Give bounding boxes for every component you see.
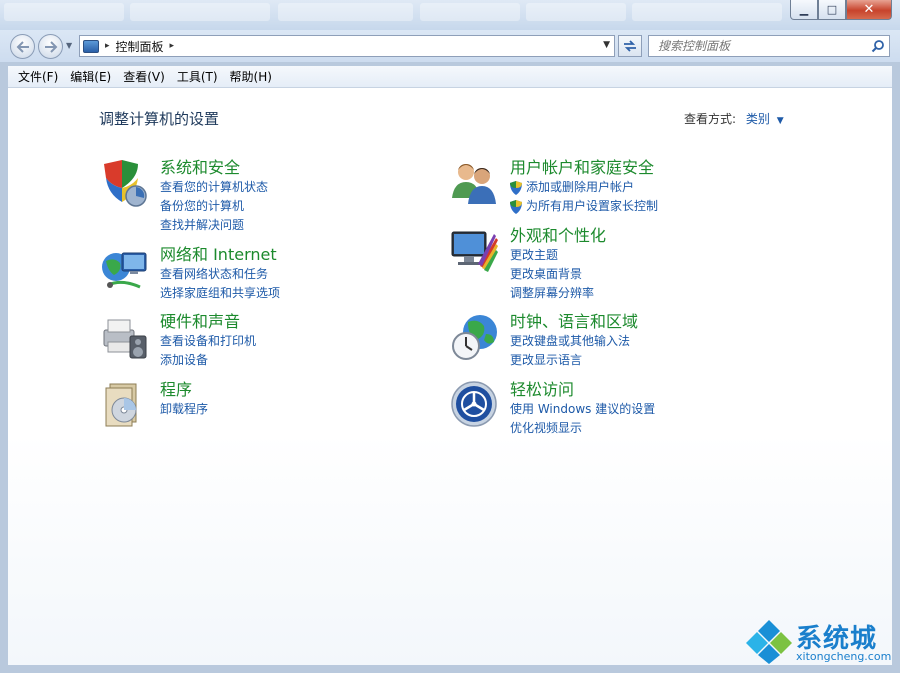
close-button[interactable]: ✕ — [846, 0, 892, 20]
link-label[interactable]: 添加或删除用户帐户 — [526, 178, 634, 197]
link-parental-controls[interactable]: 为所有用户设置家长控制 — [510, 197, 770, 216]
link-adjust-resolution[interactable]: 调整屏幕分辨率 — [510, 284, 770, 303]
category-body: 外观和个性化 更改主题 更改桌面背景 调整屏幕分辨率 — [510, 226, 770, 303]
category-title-clock-language-region[interactable]: 时钟、语言和区域 — [510, 312, 770, 332]
refresh-button[interactable] — [618, 35, 642, 57]
search-icon[interactable] — [871, 39, 885, 53]
category-body: 网络和 Internet 查看网络状态和任务 选择家庭组和共享选项 — [160, 245, 420, 303]
menu-file[interactable]: 文件(F) — [12, 68, 64, 85]
hardware-sound-icon — [103, 319, 147, 359]
view-by-dropdown[interactable]: 类别 — [746, 112, 770, 126]
programs-icon — [105, 383, 137, 427]
forward-arrow-icon — [44, 40, 57, 53]
category-title-ease-of-access[interactable]: 轻松访问 — [510, 380, 770, 400]
category-body: 轻松访问 使用 Windows 建议的设置 优化视频显示 — [510, 380, 770, 438]
category-body: 系统和安全 查看您的计算机状态 备份您的计算机 查找并解决问题 — [160, 158, 420, 235]
link-change-display-language[interactable]: 更改显示语言 — [510, 351, 770, 370]
link-devices-printers[interactable]: 查看设备和打印机 — [160, 332, 420, 351]
user-accounts-icon — [452, 164, 496, 204]
link-find-fix-problems[interactable]: 查找并解决问题 — [160, 216, 420, 235]
category-title-appearance[interactable]: 外观和个性化 — [510, 226, 770, 246]
category-title-programs[interactable]: 程序 — [160, 380, 420, 400]
watermark: 系统城 xitongcheng.com — [742, 616, 898, 668]
refresh-icon — [624, 40, 636, 52]
xitongcheng-logo-icon — [746, 620, 792, 664]
menu-edit[interactable]: 编辑(E) — [64, 68, 117, 85]
clock-language-region-icon — [452, 315, 497, 360]
breadcrumb-separator-icon[interactable]: ▸ — [170, 41, 175, 51]
link-optimize-video-display[interactable]: 优化视频显示 — [510, 419, 770, 438]
background-taskbar-ghost — [632, 3, 782, 21]
title-bar: ▁ □ ✕ — [0, 0, 900, 30]
view-by: 查看方式: 类别 ▼ — [684, 110, 784, 127]
minimize-button[interactable]: ▁ — [790, 0, 818, 20]
uac-shield-icon — [510, 199, 522, 214]
link-backup-computer[interactable]: 备份您的计算机 — [160, 197, 420, 216]
background-taskbar-ghost — [130, 3, 270, 21]
link-change-keyboard[interactable]: 更改键盘或其他输入法 — [510, 332, 770, 351]
link-change-background[interactable]: 更改桌面背景 — [510, 265, 770, 284]
caption-buttons: ▁ □ ✕ — [790, 0, 892, 20]
search-box[interactable] — [648, 35, 890, 57]
back-button[interactable] — [10, 34, 35, 59]
background-taskbar-ghost — [278, 3, 413, 21]
system-security-icon — [104, 160, 147, 207]
view-by-label: 查看方式: — [684, 112, 737, 126]
link-add-remove-users[interactable]: 添加或删除用户帐户 — [510, 178, 770, 197]
uac-shield-icon — [510, 180, 522, 195]
link-homegroup-sharing[interactable]: 选择家庭组和共享选项 — [160, 284, 420, 303]
ease-of-access-icon — [451, 381, 497, 427]
back-arrow-icon — [16, 40, 29, 53]
network-icon — [102, 252, 147, 289]
category-body: 时钟、语言和区域 更改键盘或其他输入法 更改显示语言 — [510, 312, 770, 370]
navigation-bar: ▼ ▸ 控制面板 ▸ ▼ — [0, 30, 900, 62]
recent-pages-dropdown-icon[interactable]: ▼ — [66, 41, 72, 50]
category-title-network-internet[interactable]: 网络和 Internet — [160, 245, 420, 265]
address-dropdown-icon[interactable]: ▼ — [603, 40, 610, 50]
background-taskbar-ghost — [4, 3, 124, 21]
category-body: 用户帐户和家庭安全 添加或删除用户帐户 为所有用户设置家长控制 — [510, 158, 770, 216]
forward-button[interactable] — [38, 34, 63, 59]
category-body: 程序 卸载程序 — [160, 380, 420, 419]
menu-view[interactable]: 查看(V) — [117, 68, 171, 85]
category-title-user-accounts[interactable]: 用户帐户和家庭安全 — [510, 158, 770, 178]
page-title: 调整计算机的设置 — [99, 110, 220, 128]
control-panel-content: 调整计算机的设置 查看方式: 类别 ▼ 系统和安全 查看您的计算机状态 备份您的… — [8, 88, 892, 665]
category-title-hardware-sound[interactable]: 硬件和声音 — [160, 312, 420, 332]
appearance-icon — [451, 231, 498, 272]
menu-bar: 文件(F) 编辑(E) 查看(V) 工具(T) 帮助(H) — [8, 66, 892, 88]
link-label[interactable]: 为所有用户设置家长控制 — [526, 197, 658, 216]
maximize-button[interactable]: □ — [818, 0, 846, 20]
menu-help[interactable]: 帮助(H) — [224, 68, 278, 85]
link-uninstall-program[interactable]: 卸载程序 — [160, 400, 420, 419]
category-body: 硬件和声音 查看设备和打印机 添加设备 — [160, 312, 420, 370]
address-bar[interactable]: ▸ 控制面板 ▸ ▼ — [79, 35, 615, 57]
link-view-network-status[interactable]: 查看网络状态和任务 — [160, 265, 420, 284]
chevron-down-icon[interactable]: ▼ — [777, 116, 784, 126]
menu-tools[interactable]: 工具(T) — [171, 68, 224, 85]
link-add-device[interactable]: 添加设备 — [160, 351, 420, 370]
background-taskbar-ghost — [526, 3, 626, 21]
watermark-english-text: xitongcheng.com — [796, 650, 892, 663]
search-input[interactable] — [658, 39, 858, 53]
breadcrumb-control-panel[interactable]: 控制面板 — [116, 38, 164, 55]
link-windows-recommended-settings[interactable]: 使用 Windows 建议的设置 — [510, 400, 770, 419]
link-view-computer-status[interactable]: 查看您的计算机状态 — [160, 178, 420, 197]
background-taskbar-ghost — [420, 3, 520, 21]
link-change-theme[interactable]: 更改主题 — [510, 246, 770, 265]
breadcrumb-separator-icon[interactable]: ▸ — [105, 41, 110, 51]
control-panel-icon — [83, 39, 99, 53]
category-title-system-security[interactable]: 系统和安全 — [160, 158, 420, 178]
